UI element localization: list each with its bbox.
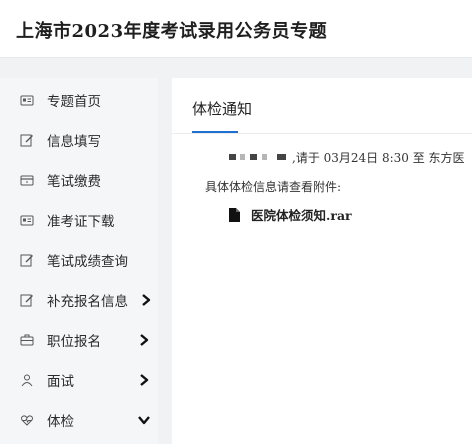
sidebar-item-admission-ticket[interactable]: 准考证下载 — [0, 200, 158, 240]
sidebar-item-label: 专题首页 — [47, 94, 101, 110]
person-icon — [20, 373, 34, 387]
sidebar-item-payment[interactable]: 笔试缴费 — [0, 160, 158, 200]
heart-icon — [20, 413, 34, 427]
edit-icon — [20, 133, 34, 147]
attachment-filename[interactable]: 医院体检须知.rar — [251, 205, 352, 224]
sidebar-item-label: 准考证下载 — [47, 214, 115, 230]
redacted-text — [250, 154, 257, 160]
sidebar-item-info[interactable]: 信息填写 — [0, 120, 158, 160]
sidebar-item-label: 面试 — [47, 374, 74, 390]
notice-title: 体检通知 — [192, 100, 253, 118]
redacted-text — [240, 154, 245, 160]
redacted-text — [262, 154, 267, 160]
id-card-icon — [20, 93, 34, 107]
redacted-text — [277, 154, 286, 160]
page-title: 上海市2023年度考试录用公务员专题 — [16, 21, 328, 42]
sidebar-item-label: 笔试缴费 — [47, 174, 101, 190]
sidebar-item-interview[interactable]: 面试 — [0, 360, 158, 400]
briefcase-icon — [20, 333, 34, 347]
sidebar-item-label: 体检 — [47, 414, 74, 430]
chevron-right-icon[interactable] — [138, 373, 150, 387]
chevron-down-icon[interactable] — [138, 413, 150, 427]
sidebar-item-label: 补充报名信息 — [47, 294, 128, 310]
id-card-icon — [20, 213, 34, 227]
redacted-text — [229, 154, 236, 160]
sidebar-item-supplement-info[interactable]: 补充报名信息 — [0, 280, 158, 320]
file-icon — [229, 207, 241, 222]
sidebar-nav: 专题首页 信息填写 笔试缴费 准考证下载 笔试成绩查询 补充报名信息 职位报名 … — [0, 78, 158, 444]
sidebar-item-home[interactable]: 专题首页 — [0, 80, 158, 120]
sidebar-item-label: 笔试成绩查询 — [47, 254, 128, 270]
notice-text-line2: 具体体检信息请查看附件: — [205, 180, 342, 194]
content-panel: 体检通知 ,请于 03月24日 8:30 至 东方医 具体体检信息请查看附件: … — [172, 78, 472, 444]
chevron-right-icon[interactable] — [140, 293, 152, 307]
sidebar-item-score-query[interactable]: 笔试成绩查询 — [0, 240, 158, 280]
payment-card-icon — [20, 173, 34, 187]
sidebar-item-medical-exam[interactable]: 体检 — [0, 400, 158, 440]
page-header: 上海市2023年度考试录用公务员专题 — [0, 0, 472, 58]
sidebar-item-label: 职位报名 — [47, 334, 101, 350]
edit-icon — [20, 253, 34, 267]
notice-text-line1: ,请于 03月24日 8:30 至 东方医 — [292, 151, 465, 165]
attachment-link[interactable]: 医院体检须知.rar — [229, 205, 352, 224]
sidebar-item-position-apply[interactable]: 职位报名 — [0, 320, 158, 360]
divider — [172, 133, 472, 134]
chevron-right-icon[interactable] — [138, 333, 150, 347]
sidebar-item-label: 信息填写 — [47, 134, 101, 150]
edit-icon — [20, 293, 34, 307]
